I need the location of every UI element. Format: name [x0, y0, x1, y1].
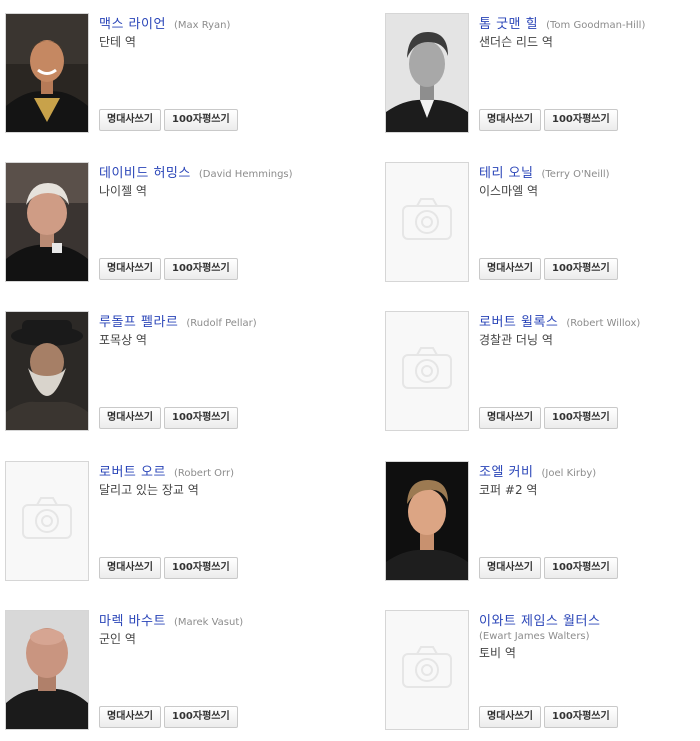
write-quote-button[interactable]: 명대사쓰기 [479, 557, 541, 579]
actor-name-en: (Ewart James Walters) [479, 631, 590, 642]
actor-actions: 명대사쓰기 100자평쓰기 [99, 706, 241, 728]
write-review-button[interactable]: 100자평쓰기 [544, 258, 618, 280]
actor-name-ko[interactable]: 조엘 커비 [479, 465, 533, 480]
actor-name-en: (Robert Orr) [173, 468, 234, 479]
actor-photo[interactable] [5, 610, 89, 730]
actor-info: 루돌프 펠라르 (Rudolf Pellar) 포목상 역 [99, 311, 335, 349]
actor-name-ko[interactable]: 테리 오닐 [479, 166, 533, 181]
write-quote-button[interactable]: 명대사쓰기 [99, 557, 161, 579]
cast-card: 조엘 커비 (Joel Kirby) 코퍼 #2 역 명대사쓰기 100자평쓰기 [385, 461, 700, 583]
write-review-button[interactable]: 100자평쓰기 [544, 407, 618, 429]
actor-info: 이와트 제임스 월터스 (Ewart James Walters) 토비 역 [479, 610, 700, 662]
actor-role: 코퍼 #2 역 [479, 483, 538, 497]
actor-actions: 명대사쓰기 100자평쓰기 [99, 109, 241, 131]
actor-role: 단테 역 [99, 35, 136, 49]
camera-placeholder-icon [385, 311, 469, 431]
write-quote-button[interactable]: 명대사쓰기 [99, 109, 161, 131]
actor-actions: 명대사쓰기 100자평쓰기 [479, 258, 621, 280]
actor-photo[interactable] [5, 13, 89, 133]
actor-photo[interactable] [5, 162, 89, 282]
actor-name-ko[interactable]: 데이비드 허밍스 [99, 166, 191, 181]
actor-info: 데이비드 허밍스 (David Hemmings) 나이젤 역 [99, 162, 335, 200]
actor-info: 마렉 바수트 (Marek Vasut) 군인 역 [99, 610, 335, 648]
write-quote-button[interactable]: 명대사쓰기 [479, 109, 541, 131]
cast-card: 로버트 오르 (Robert Orr) 달리고 있는 장교 역 명대사쓰기 100자… [5, 461, 335, 583]
actor-info: 톰 굿맨 힐 (Tom Goodman-Hill) 샌더슨 리드 역 [479, 13, 700, 51]
actor-name-en: (Terry O'Neill) [541, 169, 610, 180]
actor-name-en: (Robert Willox) [566, 318, 641, 329]
write-review-button[interactable]: 100자평쓰기 [164, 109, 238, 131]
write-quote-button[interactable]: 명대사쓰기 [99, 258, 161, 280]
write-review-button[interactable]: 100자평쓰기 [164, 706, 238, 728]
actor-photo[interactable] [385, 13, 469, 133]
actor-name-ko[interactable]: 로버트 윌록스 [479, 315, 558, 330]
cast-card: 맥스 라이언 (Max Ryan) 단테 역 명대사쓰기 100자평쓰기 [5, 13, 335, 135]
write-quote-button[interactable]: 명대사쓰기 [99, 407, 161, 429]
write-review-button[interactable]: 100자평쓰기 [544, 557, 618, 579]
camera-placeholder-icon [385, 162, 469, 282]
cast-card: 데이비드 허밍스 (David Hemmings) 나이젤 역 명대사쓰기 100자… [5, 162, 335, 284]
cast-card: 로버트 윌록스 (Robert Willox) 경찰관 더닝 역 명대사쓰기 100… [385, 311, 700, 433]
actor-actions: 명대사쓰기 100자평쓰기 [99, 557, 241, 579]
cast-card: 톰 굿맨 힐 (Tom Goodman-Hill) 샌더슨 리드 역 명대사쓰기 1… [385, 13, 700, 135]
actor-role: 포목상 역 [99, 333, 147, 347]
actor-name-ko[interactable]: 마렉 바수트 [99, 614, 166, 629]
write-review-button[interactable]: 100자평쓰기 [164, 557, 238, 579]
actor-info: 조엘 커비 (Joel Kirby) 코퍼 #2 역 [479, 461, 700, 499]
actor-info: 맥스 라이언 (Max Ryan) 단테 역 [99, 13, 335, 51]
camera-placeholder-icon [5, 461, 89, 581]
actor-role: 이스마엘 역 [479, 184, 539, 198]
actor-role: 달리고 있는 장교 역 [99, 483, 199, 497]
actor-role: 토비 역 [479, 646, 516, 660]
cast-card: 마렉 바수트 (Marek Vasut) 군인 역 명대사쓰기 100자평쓰기 [5, 610, 335, 732]
actor-actions: 명대사쓰기 100자평쓰기 [99, 407, 241, 429]
camera-placeholder-icon [385, 610, 469, 730]
actor-name-ko[interactable]: 로버트 오르 [99, 465, 166, 480]
actor-name-en: (Tom Goodman-Hill) [546, 20, 646, 31]
actor-info: 테리 오닐 (Terry O'Neill) 이스마엘 역 [479, 162, 700, 200]
cast-card: 테리 오닐 (Terry O'Neill) 이스마엘 역 명대사쓰기 100자평쓰기 [385, 162, 700, 284]
write-quote-button[interactable]: 명대사쓰기 [479, 407, 541, 429]
actor-name-en: (David Hemmings) [198, 169, 293, 180]
actor-name-en: (Rudolf Pellar) [186, 318, 257, 329]
actor-name-ko[interactable]: 이와트 제임스 월터스 [479, 614, 600, 629]
actor-info: 로버트 윌록스 (Robert Willox) 경찰관 더닝 역 [479, 311, 700, 349]
write-quote-button[interactable]: 명대사쓰기 [99, 706, 161, 728]
actor-actions: 명대사쓰기 100자평쓰기 [479, 557, 621, 579]
actor-name-ko[interactable]: 톰 굿맨 힐 [479, 17, 538, 32]
actor-name-en: (Marek Vasut) [173, 617, 244, 628]
actor-photo[interactable] [5, 311, 89, 431]
actor-actions: 명대사쓰기 100자평쓰기 [99, 258, 241, 280]
write-review-button[interactable]: 100자평쓰기 [164, 258, 238, 280]
actor-role: 나이젤 역 [99, 184, 147, 198]
cast-card: 루돌프 펠라르 (Rudolf Pellar) 포목상 역 명대사쓰기 100자평쓰… [5, 311, 335, 433]
actor-role: 경찰관 더닝 역 [479, 333, 553, 347]
write-review-button[interactable]: 100자평쓰기 [164, 407, 238, 429]
cast-card: 이와트 제임스 월터스 (Ewart James Walters) 토비 역 명… [385, 610, 700, 732]
actor-info: 로버트 오르 (Robert Orr) 달리고 있는 장교 역 [99, 461, 335, 499]
actor-name-ko[interactable]: 맥스 라이언 [99, 17, 166, 32]
actor-name-en: (Joel Kirby) [541, 468, 597, 479]
write-quote-button[interactable]: 명대사쓰기 [479, 706, 541, 728]
actor-actions: 명대사쓰기 100자평쓰기 [479, 109, 621, 131]
actor-role: 군인 역 [99, 632, 136, 646]
actor-name-ko[interactable]: 루돌프 펠라르 [99, 315, 178, 330]
cast-grid: 맥스 라이언 (Max Ryan) 단테 역 명대사쓰기 100자평쓰기 톰 굿맨 … [0, 0, 700, 741]
actor-photo[interactable] [385, 461, 469, 581]
actor-name-en: (Max Ryan) [173, 20, 231, 31]
write-quote-button[interactable]: 명대사쓰기 [479, 258, 541, 280]
actor-actions: 명대사쓰기 100자평쓰기 [479, 407, 621, 429]
write-review-button[interactable]: 100자평쓰기 [544, 109, 618, 131]
write-review-button[interactable]: 100자평쓰기 [544, 706, 618, 728]
actor-actions: 명대사쓰기 100자평쓰기 [479, 706, 621, 728]
actor-role: 샌더슨 리드 역 [479, 35, 553, 49]
